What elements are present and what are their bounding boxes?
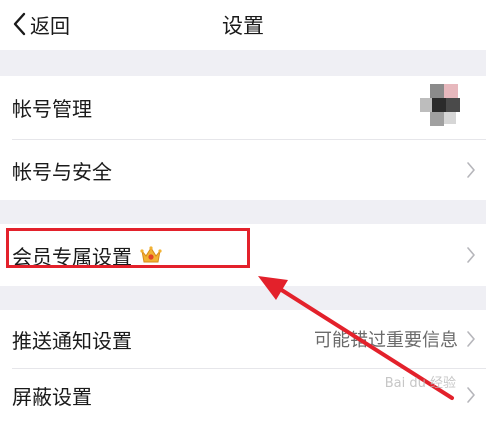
chevron-right-icon xyxy=(467,162,475,178)
watermark: Bai du 经验 xyxy=(384,376,456,391)
row-label: 会员专属设置 xyxy=(12,244,132,269)
row-label: 帐号管理 xyxy=(12,97,92,121)
section-separator xyxy=(0,50,486,76)
crown-icon xyxy=(140,246,162,263)
navigation-bar: 返回 设置 xyxy=(0,0,486,50)
row-label: 推送通知设置 xyxy=(12,328,132,353)
chevron-right-icon xyxy=(467,247,475,263)
row-value: 可能错过重要信息 xyxy=(314,330,458,351)
row-label: 屏蔽设置 xyxy=(12,384,92,409)
row-account-manage[interactable]: 帐号管理 xyxy=(0,76,486,139)
section-separator xyxy=(0,200,486,224)
row-push-notification[interactable]: 推送通知设置 可能错过重要信息 xyxy=(0,310,486,368)
row-account-security[interactable]: 帐号与安全 xyxy=(0,140,486,200)
page-title: 设置 xyxy=(222,14,264,38)
chevron-right-icon xyxy=(467,387,475,403)
section-separator xyxy=(0,286,486,310)
chevron-right-icon xyxy=(467,331,475,347)
avatar xyxy=(420,84,460,126)
row-member-settings[interactable]: 会员专属设置 xyxy=(0,224,486,286)
row-label: 帐号与安全 xyxy=(12,159,112,184)
